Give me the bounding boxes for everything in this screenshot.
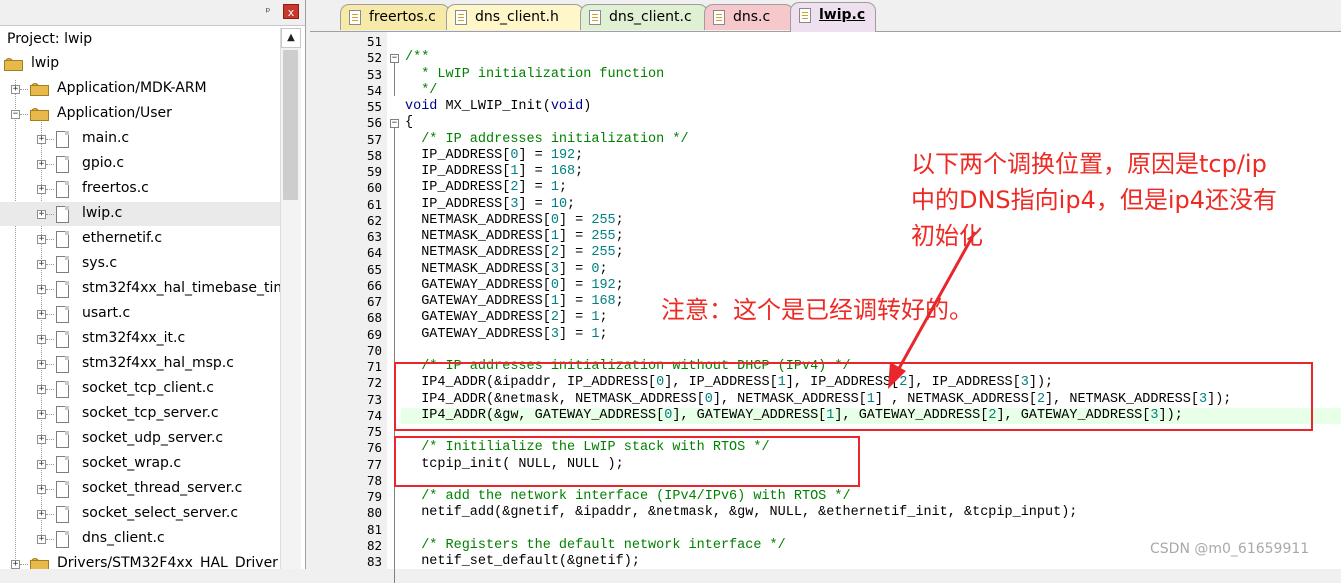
document-icon xyxy=(799,8,811,23)
annotation-arrow xyxy=(888,231,977,389)
tab-lwip-c[interactable]: lwip.c xyxy=(790,2,876,32)
csdn-watermark: CSDN @m0_61659911 xyxy=(1150,541,1310,557)
tab-label: lwip.c xyxy=(819,7,866,23)
